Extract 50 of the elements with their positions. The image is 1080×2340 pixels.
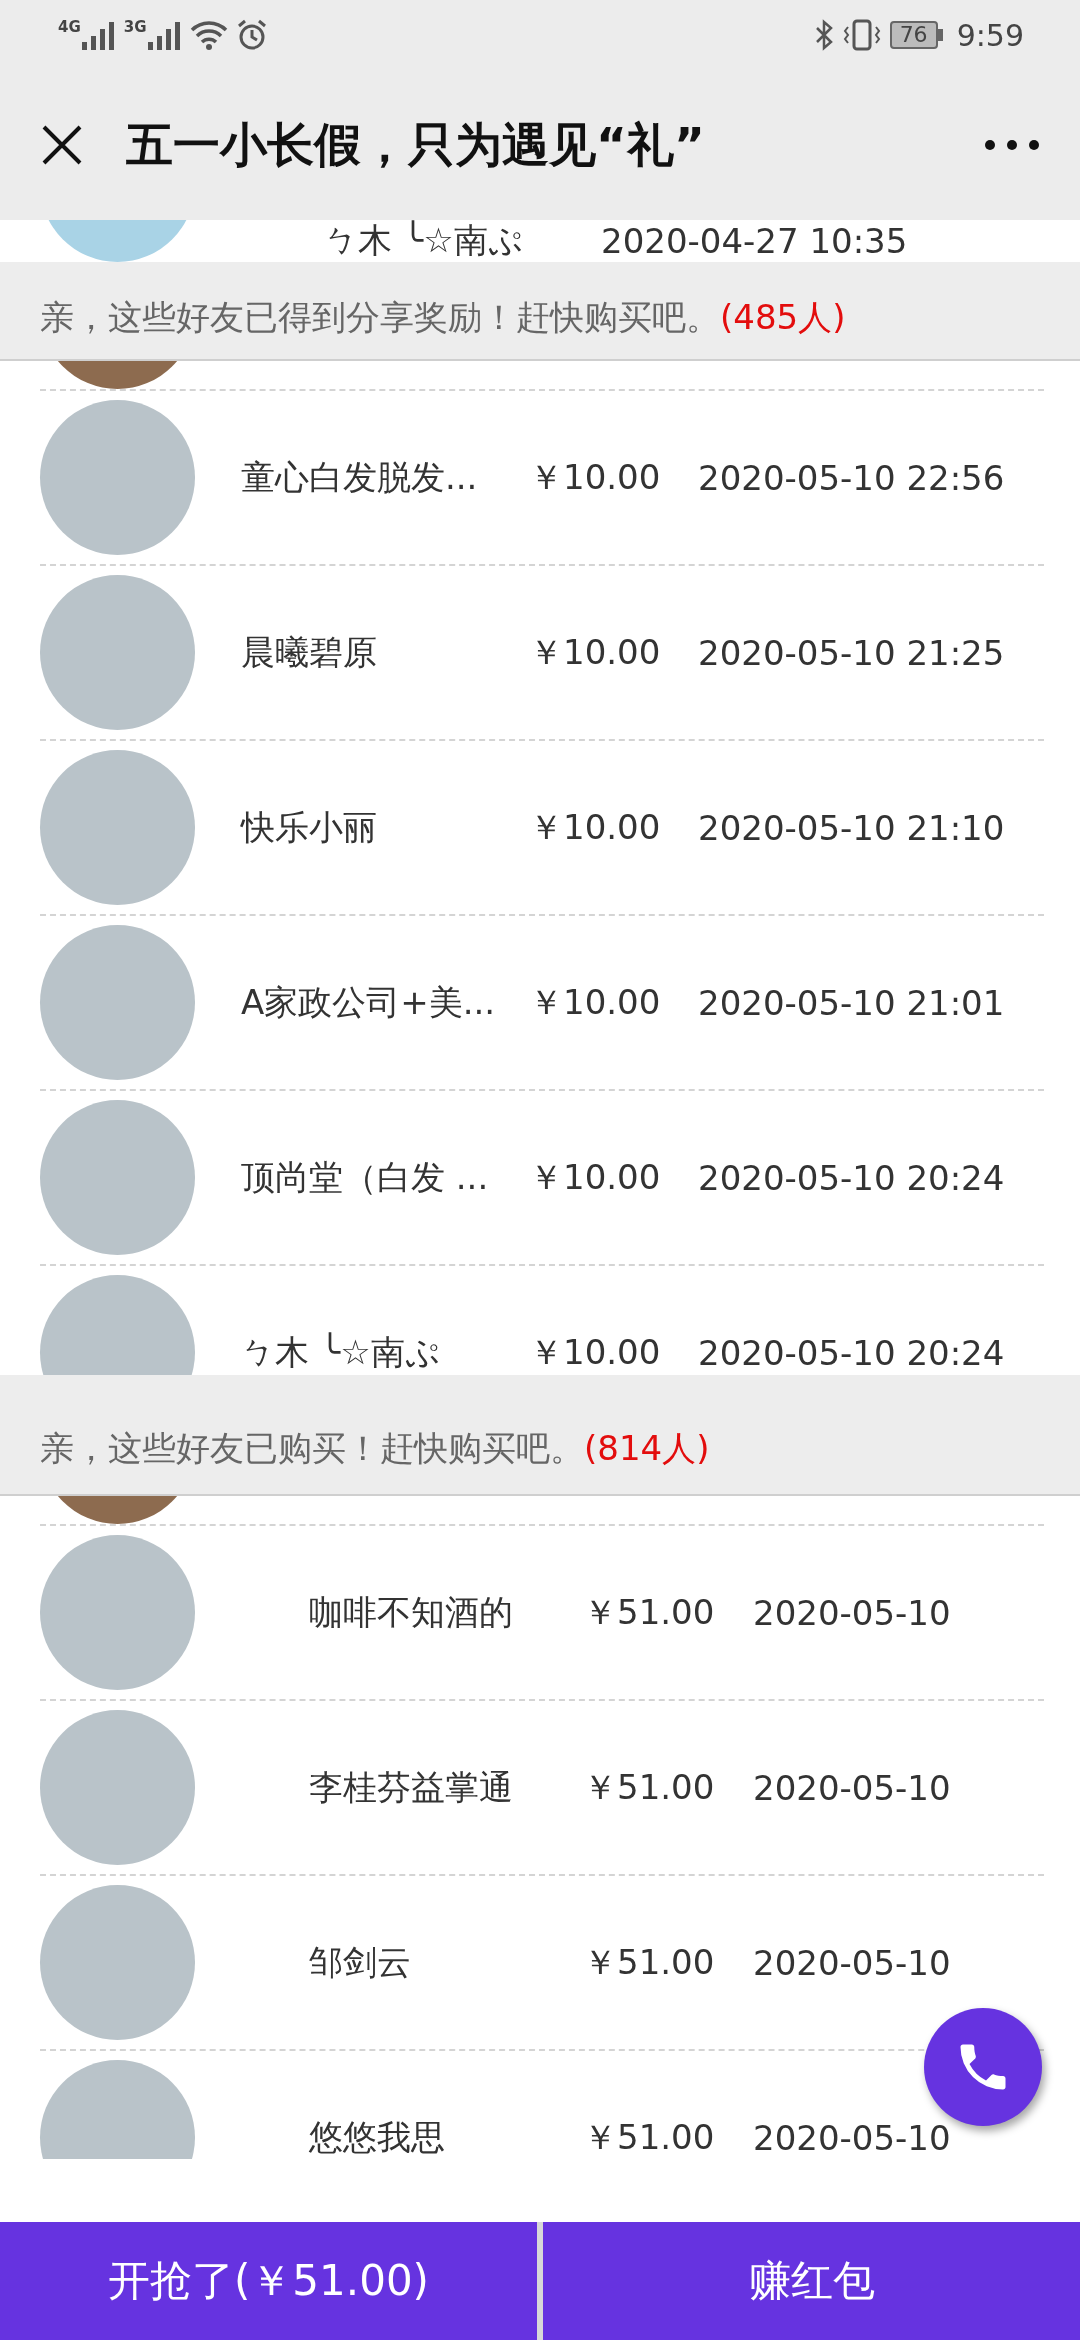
- purchase-time: 2020-05-10 20:24: [698, 1332, 1005, 1373]
- purchase-time: 2020-05-10 21:10: [698, 807, 1005, 848]
- purchase-time: 2020-05-10 20:24: [698, 1157, 1005, 1198]
- battery-level: 76: [889, 21, 938, 49]
- buyer-name: ㄅ木 ╰☆南ぷ: [241, 1330, 441, 1374]
- purchase-time: 2020-05-10 21:01: [698, 982, 1005, 1023]
- price: ￥51.00: [583, 1765, 716, 1809]
- price: ￥10.00: [529, 630, 662, 674]
- buyer-name: 邹剑云: [309, 1940, 412, 1984]
- notice-text: 亲，这些好友已得到分享奖励！赶快购买吧。(485人): [40, 296, 846, 339]
- buyer-name: 童心白发脱发...: [241, 455, 479, 499]
- purchase-time: 2020-05-10 22:56: [698, 457, 1005, 498]
- notice-text: 亲，这些好友已购买！赶快购买吧。(814人): [40, 1427, 710, 1470]
- buyer-name: 晨曦碧原: [241, 630, 378, 674]
- price: ￥10.00: [529, 1155, 662, 1199]
- purchase-time: 2020-05-10: [753, 2117, 951, 2158]
- clock-time: 9:59: [956, 17, 1024, 53]
- earn-reward-button[interactable]: 赚红包: [543, 2222, 1080, 2340]
- price: ￥10.00: [529, 1330, 662, 1374]
- price: ￥10.00: [529, 980, 662, 1024]
- purchase-time: 2020-05-10: [753, 1767, 951, 1808]
- buyer-name: 李桂芬益掌通: [309, 1765, 514, 1809]
- price: ￥10.00: [529, 455, 662, 499]
- close-button[interactable]: [40, 123, 84, 167]
- wifi-icon: [189, 20, 228, 50]
- battery-tip-icon: [937, 29, 943, 41]
- page-title: 五一小长假，只为遇见“礼”: [126, 115, 706, 174]
- price: ￥10.00: [529, 805, 662, 849]
- vibrate-icon: [841, 19, 882, 51]
- buyer-name: 顶尚堂（白发 ...: [241, 1155, 490, 1199]
- more-menu-button[interactable]: [984, 139, 1040, 151]
- alarm-clock-icon: [235, 19, 268, 51]
- price: ￥51.00: [583, 1590, 716, 1634]
- buyer-name: 咖啡不知酒的: [309, 1590, 514, 1634]
- price: ￥51.00: [583, 1940, 716, 1984]
- signal-icon: [81, 20, 116, 50]
- buyer-name: ㄅ木 ╰☆南ぷ: [324, 220, 524, 262]
- buyer-name: 悠悠我思: [309, 2115, 446, 2159]
- purchase-time: 2020-05-10: [753, 1592, 951, 1633]
- buyer-name: A家政公司+美...: [241, 980, 497, 1024]
- purchase-time: 2020-05-10: [753, 1942, 951, 1983]
- signal-icon: [147, 20, 182, 50]
- bluetooth-icon: [813, 19, 834, 51]
- network-type: 4G: [58, 20, 81, 35]
- buy-button[interactable]: 开抢了(￥51.00): [0, 2222, 537, 2340]
- buyer-name: 快乐小丽: [241, 805, 378, 849]
- purchase-time: 2020-04-27 10:35: [601, 221, 908, 261]
- purchase-time: 2020-05-10 21:25: [698, 632, 1005, 673]
- price: ￥51.00: [583, 2115, 716, 2159]
- network-type: 3G: [123, 20, 147, 35]
